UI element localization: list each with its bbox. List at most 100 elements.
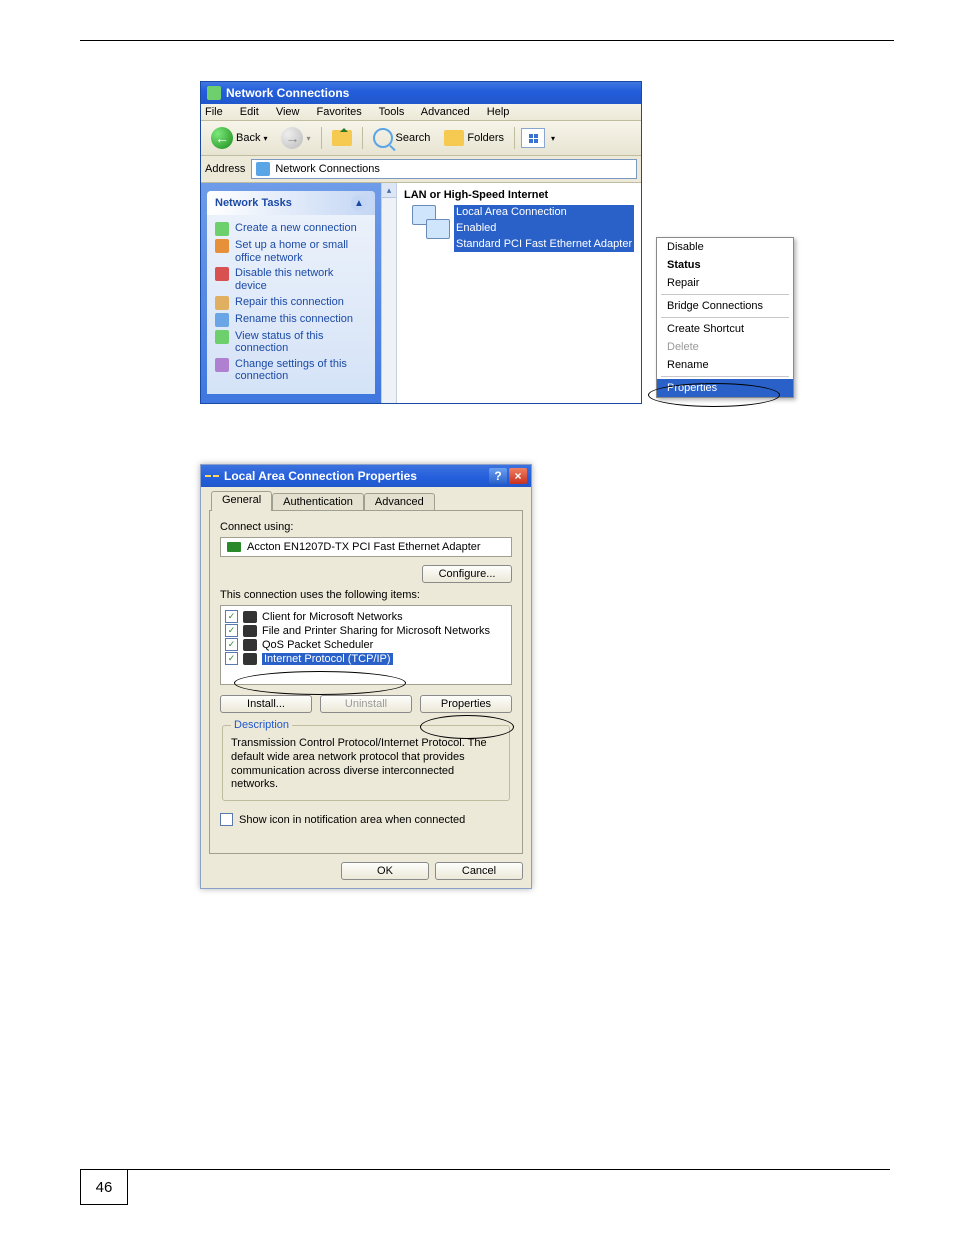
tab-panel-general: Connect using: Accton EN1207D-TX PCI Fas… — [209, 510, 523, 854]
task-change-settings[interactable]: Change settings of this connection — [215, 358, 367, 383]
adapter-field[interactable]: Accton EN1207D-TX PCI Fast Ethernet Adap… — [220, 537, 512, 557]
menu-edit[interactable]: Edit — [240, 106, 259, 118]
collapse-icon[interactable]: ▲ — [351, 195, 367, 211]
page-footer: 46 — [80, 1169, 890, 1205]
checkbox[interactable]: ✓ — [225, 624, 238, 637]
description-heading: Description — [231, 719, 292, 731]
main-content: ▴ LAN or High-Speed Internet Local Area … — [381, 183, 641, 403]
connection-icon — [410, 205, 448, 243]
checkbox[interactable]: ✓ — [225, 610, 238, 623]
status-icon — [215, 330, 229, 344]
figure-connection-properties: Local Area Connection Properties ? × Gen… — [200, 464, 894, 889]
back-arrow-icon: ← — [211, 127, 233, 149]
task-disable-device[interactable]: Disable this network device — [215, 267, 367, 292]
toolbar: ← Back ▾ → ▾ Search — [201, 121, 641, 156]
top-rule — [80, 40, 894, 41]
ctx-repair[interactable]: Repair — [657, 274, 793, 292]
list-item[interactable]: ✓ Internet Protocol (TCP/IP) — [225, 652, 507, 665]
views-button[interactable] — [521, 128, 545, 148]
dropdown-caret-icon[interactable]: ▾ — [263, 134, 267, 143]
tab-authentication[interactable]: Authentication — [272, 493, 364, 510]
configure-button[interactable]: Configure... — [422, 565, 512, 583]
scrollbar[interactable]: ▴ — [382, 183, 397, 403]
item-label: Internet Protocol (TCP/IP) — [262, 653, 393, 665]
address-input[interactable]: Network Connections — [251, 159, 637, 179]
dropdown-caret-icon[interactable]: ▾ — [551, 134, 555, 143]
annotation-ellipse — [648, 383, 780, 407]
network-icon — [207, 86, 221, 100]
list-item[interactable]: ✓ QoS Packet Scheduler — [225, 638, 507, 651]
ctx-create-shortcut[interactable]: Create Shortcut — [657, 320, 793, 338]
forward-button[interactable]: → ▾ — [277, 125, 314, 151]
rename-icon — [215, 313, 229, 327]
task-label: Repair this connection — [235, 296, 344, 310]
task-view-status[interactable]: View status of this connection — [215, 330, 367, 355]
connect-using-label: Connect using: — [220, 521, 512, 533]
task-setup-home-network[interactable]: Set up a home or small office network — [215, 239, 367, 264]
checkbox[interactable]: ✓ — [225, 638, 238, 651]
disable-icon — [215, 267, 229, 281]
ctx-bridge[interactable]: Bridge Connections — [657, 297, 793, 315]
network-icon — [256, 162, 270, 176]
task-label: Set up a home or small office network — [235, 239, 367, 264]
uses-label: This connection uses the following items… — [220, 589, 512, 601]
search-button[interactable]: Search — [369, 126, 435, 150]
help-button[interactable]: ? — [489, 468, 507, 484]
task-sidepanel: Network Tasks ▲ Create a new connection … — [201, 183, 381, 403]
connection-adapter: Standard PCI Fast Ethernet Adapter — [454, 237, 634, 253]
checkbox[interactable]: ✓ — [225, 652, 238, 665]
connection-name: Local Area Connection — [454, 205, 634, 221]
tab-general[interactable]: General — [211, 491, 272, 511]
network-tasks-header[interactable]: Network Tasks ▲ — [207, 191, 375, 215]
menu-help[interactable]: Help — [487, 106, 510, 118]
menu-tools[interactable]: Tools — [379, 106, 405, 118]
menu-favorites[interactable]: Favorites — [317, 106, 362, 118]
search-label: Search — [396, 132, 431, 144]
properties-button[interactable]: Properties — [420, 695, 512, 713]
connection-item[interactable]: Local Area Connection Enabled Standard P… — [410, 205, 641, 252]
uninstall-button: Uninstall — [320, 695, 412, 713]
menu-file[interactable]: File — [205, 106, 223, 118]
item-label: Client for Microsoft Networks — [262, 611, 403, 623]
task-create-connection[interactable]: Create a new connection — [215, 222, 367, 236]
dropdown-caret-icon[interactable]: ▾ — [306, 134, 310, 143]
ctx-separator — [661, 294, 789, 295]
search-icon — [373, 128, 393, 148]
checkbox[interactable]: ✓ — [220, 813, 233, 826]
task-rename-connection[interactable]: Rename this connection — [215, 313, 367, 327]
ctx-rename[interactable]: Rename — [657, 356, 793, 374]
new-connection-icon — [215, 222, 229, 236]
ctx-separator — [661, 376, 789, 377]
cancel-button[interactable]: Cancel — [435, 862, 523, 880]
back-button[interactable]: ← Back ▾ — [207, 125, 271, 151]
list-item[interactable]: ✓ File and Printer Sharing for Microsoft… — [225, 624, 507, 637]
up-button[interactable] — [328, 128, 356, 148]
toolbar-separator — [362, 127, 363, 149]
tab-advanced[interactable]: Advanced — [364, 493, 435, 510]
item-label: QoS Packet Scheduler — [262, 639, 373, 651]
scroll-up-icon[interactable]: ▴ — [382, 183, 396, 198]
menu-advanced[interactable]: Advanced — [421, 106, 470, 118]
address-label: Address — [205, 163, 245, 175]
task-label: Create a new connection — [235, 222, 357, 236]
adapter-name: Accton EN1207D-TX PCI Fast Ethernet Adap… — [247, 541, 481, 553]
address-value: Network Connections — [275, 163, 380, 175]
show-icon-row[interactable]: ✓ Show icon in notification area when co… — [220, 813, 512, 826]
titlebar-1[interactable]: Network Connections — [201, 82, 641, 104]
ctx-disable[interactable]: Disable — [657, 238, 793, 256]
task-label: Rename this connection — [235, 313, 353, 327]
ctx-status[interactable]: Status — [657, 256, 793, 274]
section-heading: LAN or High-Speed Internet — [404, 189, 641, 201]
close-button[interactable]: × — [509, 468, 527, 484]
task-repair-connection[interactable]: Repair this connection — [215, 296, 367, 310]
context-menu: Disable Status Repair Bridge Connections… — [656, 237, 794, 398]
ok-button[interactable]: OK — [341, 862, 429, 880]
install-button[interactable]: Install... — [220, 695, 312, 713]
menu-view[interactable]: View — [276, 106, 300, 118]
folders-icon — [444, 130, 464, 146]
folders-button[interactable]: Folders — [440, 128, 508, 148]
list-item[interactable]: ✓ Client for Microsoft Networks — [225, 610, 507, 623]
folder-up-icon — [332, 130, 352, 146]
window-network-connections: Network Connections File Edit View Favor… — [200, 81, 642, 404]
titlebar-2[interactable]: Local Area Connection Properties ? × — [201, 465, 531, 487]
